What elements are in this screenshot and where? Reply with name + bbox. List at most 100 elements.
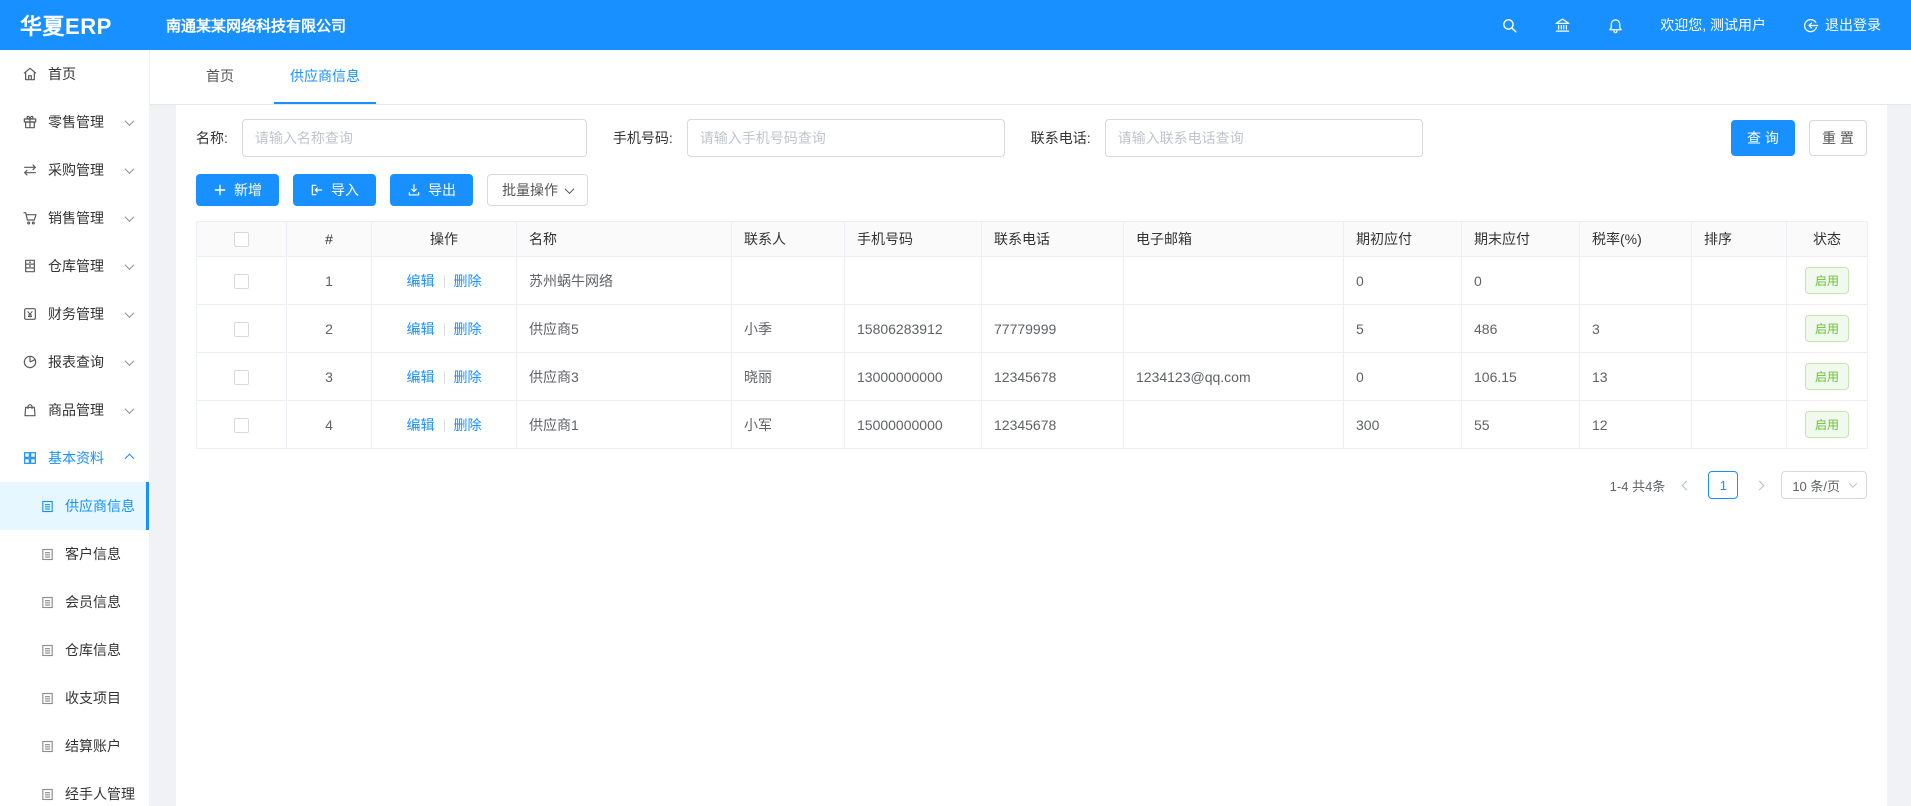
sidebar-subitem-warehouse-info[interactable]: 仓库信息	[0, 626, 149, 674]
delete-link[interactable]: 删除	[454, 417, 482, 433]
sidebar-subitem-label: 结算账户	[65, 736, 121, 756]
logout-button[interactable]: 退出登录	[1802, 15, 1881, 35]
prev-page-button[interactable]	[1679, 478, 1694, 493]
cell-tel	[982, 257, 1124, 305]
gift-icon	[22, 114, 38, 130]
table-row: 1 编辑删除 苏州蜗牛网络 0 0 启用	[197, 257, 1868, 305]
col-tax: 税率(%)	[1580, 222, 1692, 257]
cell-contact: 小军	[732, 401, 845, 449]
cell-index: 4	[287, 401, 372, 449]
op-divider	[444, 323, 445, 336]
tab-home[interactable]: 首页	[190, 50, 250, 104]
row-checkbox[interactable]	[234, 322, 249, 337]
sidebar-item-sales[interactable]: 销售管理	[0, 194, 149, 242]
select-all-checkbox[interactable]	[234, 232, 249, 247]
cell-tax: 12	[1580, 401, 1692, 449]
document-icon	[40, 739, 55, 754]
sidebar-subitem-handler-management[interactable]: 经手人管理	[0, 770, 149, 806]
cabinet-icon	[22, 258, 38, 274]
delete-link[interactable]: 删除	[454, 273, 482, 289]
row-checkbox[interactable]	[234, 274, 249, 289]
row-checkbox[interactable]	[234, 370, 249, 385]
tel-search-input[interactable]	[1105, 119, 1423, 157]
document-icon	[40, 499, 55, 514]
name-search-input[interactable]	[242, 119, 587, 157]
welcome-user[interactable]: 欢迎您, 测试用户	[1660, 15, 1766, 35]
batch-actions-dropdown[interactable]: 批量操作	[487, 174, 588, 206]
query-button[interactable]: 查 询	[1731, 120, 1795, 156]
sidebar-item-finance[interactable]: 财务管理	[0, 290, 149, 338]
edit-link[interactable]: 编辑	[407, 417, 435, 433]
import-button[interactable]: 导入	[293, 174, 376, 206]
plus-icon	[213, 183, 227, 197]
cell-sort	[1692, 305, 1787, 353]
sidebar-subitem-customer-info[interactable]: 客户信息	[0, 530, 149, 578]
name-label: 名称:	[196, 128, 228, 148]
sidebar-item-reports[interactable]: 报表查询	[0, 338, 149, 386]
chevron-down-icon	[125, 116, 135, 126]
sidebar-subitem-label: 供应商信息	[65, 496, 135, 516]
cell-name: 供应商1	[517, 401, 732, 449]
search-form: 名称: 手机号码: 联系电话: 查 询 重 置	[196, 119, 1867, 157]
sidebar-item-purchase[interactable]: 采购管理	[0, 146, 149, 194]
cell-tel: 12345678	[982, 401, 1124, 449]
sidebar-item-products[interactable]: 商品管理	[0, 386, 149, 434]
export-button[interactable]: 导出	[390, 174, 473, 206]
pagination: 1-4 共4条 1 10 条/页	[196, 471, 1867, 499]
sidebar-item-label: 零售管理	[48, 112, 104, 132]
sidebar-subitem-settlement-account[interactable]: 结算账户	[0, 722, 149, 770]
edit-link[interactable]: 编辑	[407, 321, 435, 337]
phone-search-input[interactable]	[687, 119, 1005, 157]
delete-link[interactable]: 删除	[454, 369, 482, 385]
sidebar: 首页 零售管理 采购管理 销售管理 仓库管理 财务管理 报表查询 商品管理 基本…	[0, 50, 150, 806]
platform-icon[interactable]	[1554, 17, 1571, 34]
next-page-button[interactable]	[1752, 478, 1767, 493]
page-number[interactable]: 1	[1708, 471, 1738, 499]
tab-supplier-info[interactable]: 供应商信息	[274, 50, 376, 104]
home-icon	[22, 66, 38, 82]
sidebar-subitem-supplier-info[interactable]: 供应商信息	[0, 482, 149, 530]
cell-begin-payable: 0	[1344, 353, 1462, 401]
cell-name: 供应商5	[517, 305, 732, 353]
sidebar-item-basic-data[interactable]: 基本资料	[0, 434, 149, 482]
search-icon[interactable]	[1501, 17, 1518, 34]
cell-tax: 3	[1580, 305, 1692, 353]
status-badge: 启用	[1805, 267, 1849, 294]
chevron-down-icon	[125, 260, 135, 270]
cell-email	[1124, 257, 1344, 305]
cell-begin-payable: 300	[1344, 401, 1462, 449]
sidebar-subitem-income-expense[interactable]: 收支项目	[0, 674, 149, 722]
sidebar-item-warehouse[interactable]: 仓库管理	[0, 242, 149, 290]
cell-end-payable: 106.15	[1462, 353, 1580, 401]
supplier-table: # 操作 名称 联系人 手机号码 联系电话 电子邮箱 期初应付 期末应付 税率(…	[196, 221, 1868, 449]
col-contact: 联系人	[732, 222, 845, 257]
delete-link[interactable]: 删除	[454, 321, 482, 337]
bell-icon[interactable]	[1607, 17, 1624, 34]
sidebar-item-retail[interactable]: 零售管理	[0, 98, 149, 146]
add-button[interactable]: 新增	[196, 174, 279, 206]
content-card: 名称: 手机号码: 联系电话: 查 询 重 置 新增 导入 导出	[176, 105, 1887, 806]
op-divider	[444, 371, 445, 384]
sidebar-subitem-label: 经手人管理	[65, 784, 135, 804]
phone-label: 手机号码:	[613, 128, 673, 148]
row-checkbox[interactable]	[234, 418, 249, 433]
reset-button[interactable]: 重 置	[1809, 120, 1867, 156]
col-phone: 手机号码	[845, 222, 982, 257]
page-size-select[interactable]: 10 条/页	[1781, 471, 1867, 499]
pagination-total: 1-4 共4条	[1610, 476, 1666, 495]
sidebar-item-home[interactable]: 首页	[0, 50, 149, 98]
edit-link[interactable]: 编辑	[407, 369, 435, 385]
cell-phone	[845, 257, 982, 305]
cell-name: 苏州蜗牛网络	[517, 257, 732, 305]
sidebar-subitem-member-info[interactable]: 会员信息	[0, 578, 149, 626]
op-divider	[444, 275, 445, 288]
cell-contact: 小季	[732, 305, 845, 353]
edit-link[interactable]: 编辑	[407, 273, 435, 289]
app-logo: 华夏ERP	[0, 9, 150, 41]
document-icon	[40, 595, 55, 610]
cell-name: 供应商3	[517, 353, 732, 401]
table-row: 2 编辑删除 供应商5 小季 15806283912 77779999 5 48…	[197, 305, 1868, 353]
chevron-down-icon	[125, 404, 135, 414]
sidebar-item-label: 财务管理	[48, 304, 104, 324]
cell-email	[1124, 305, 1344, 353]
